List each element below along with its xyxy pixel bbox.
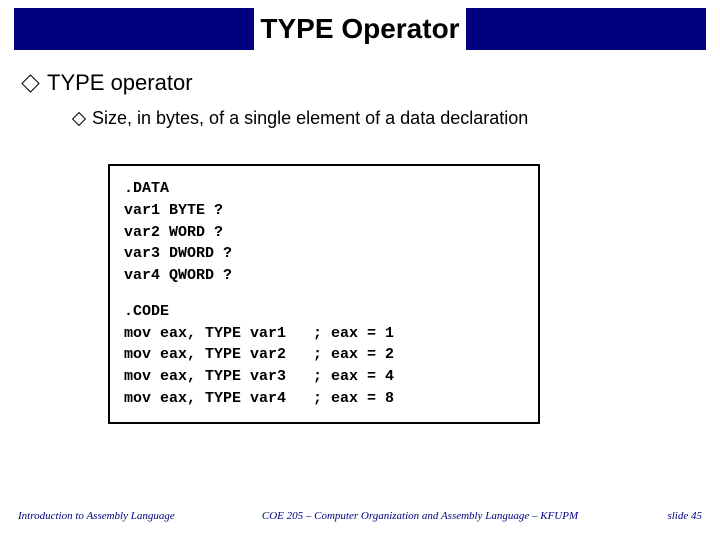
bullet-row: TYPE operator <box>24 70 193 96</box>
code-box: .DATA var1 BYTE ? var2 WORD ? var3 DWORD… <box>108 164 540 424</box>
slide: TYPE Operator TYPE operator Size, in byt… <box>0 0 720 540</box>
code-code-section: .CODE mov eax, TYPE var1 ; eax = 1 mov e… <box>124 301 524 410</box>
footer: Introduction to Assembly Language COE 20… <box>18 510 702 522</box>
footer-left: Introduction to Assembly Language <box>18 510 198 522</box>
bullet-text: TYPE operator <box>47 70 193 96</box>
footer-right: slide 45 <box>642 510 702 522</box>
footer-middle: COE 205 – Computer Organization and Asse… <box>198 510 642 522</box>
slide-title: TYPE Operator <box>254 8 465 50</box>
diamond-bullet-icon <box>72 111 86 125</box>
diamond-bullet-icon <box>21 74 39 92</box>
code-data-section: .DATA var1 BYTE ? var2 WORD ? var3 DWORD… <box>124 178 524 287</box>
sub-bullet-text: Size, in bytes, of a single element of a… <box>92 108 528 129</box>
sub-bullet-row: Size, in bytes, of a single element of a… <box>74 108 528 129</box>
title-bar: TYPE Operator <box>14 8 706 50</box>
